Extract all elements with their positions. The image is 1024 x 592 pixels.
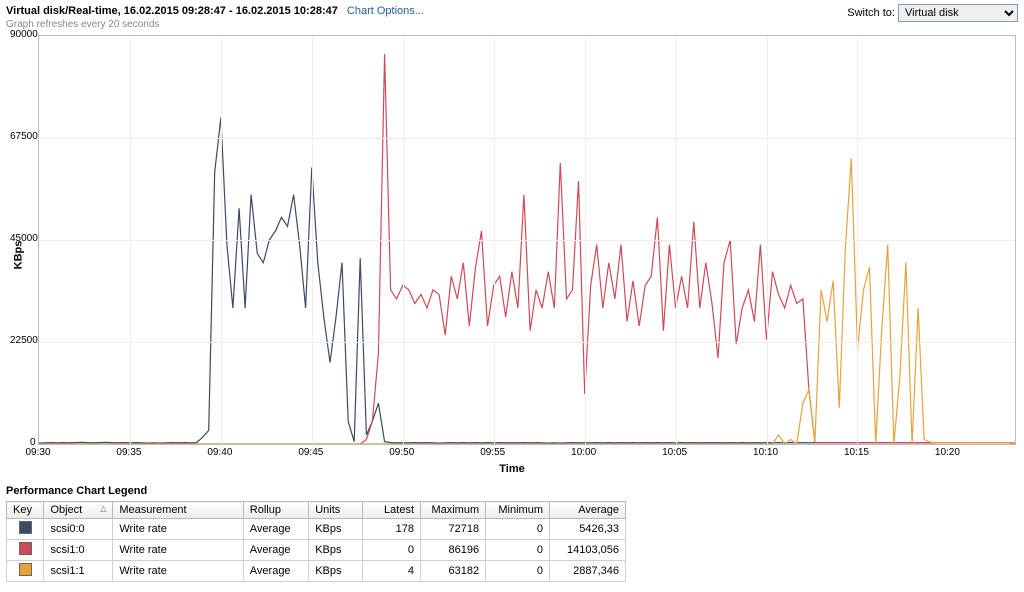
cell-units: KBps xyxy=(309,540,363,561)
x-axis-label: Time xyxy=(499,463,524,475)
cell-rollup: Average xyxy=(243,561,308,582)
y-tick: 67500 xyxy=(10,131,38,142)
cell-latest: 4 xyxy=(362,561,420,582)
x-tick: 10:00 xyxy=(571,447,596,458)
y-tick: 90000 xyxy=(10,29,38,40)
switch-to-select[interactable]: Virtual disk xyxy=(898,4,1018,22)
col-units[interactable]: Units xyxy=(309,502,363,519)
plot-box[interactable] xyxy=(38,35,1016,445)
cell-object: scsi1:0 xyxy=(44,540,113,561)
y-tick: 22500 xyxy=(10,335,38,346)
cell-average: 2887,346 xyxy=(550,561,626,582)
cell-measurement: Write rate xyxy=(113,561,243,582)
cell-measurement: Write rate xyxy=(113,519,243,540)
x-tick: 09:35 xyxy=(116,447,141,458)
x-tick: 10:15 xyxy=(844,447,869,458)
table-row[interactable]: scsi0:0Write rateAverageKBps178727180542… xyxy=(7,519,626,540)
series-scsi1:0 xyxy=(39,54,1015,444)
cell-maximum: 86196 xyxy=(421,540,486,561)
cell-average: 5426,33 xyxy=(550,519,626,540)
y-tick: 45000 xyxy=(10,233,38,244)
key-swatch xyxy=(19,542,32,555)
key-swatch xyxy=(19,521,32,534)
cell-minimum: 0 xyxy=(486,561,550,582)
series-scsi0:0 xyxy=(39,118,1015,444)
col-measurement[interactable]: Measurement xyxy=(113,502,243,519)
cell-maximum: 72718 xyxy=(421,519,486,540)
chart-options-link[interactable]: Chart Options... xyxy=(347,5,424,17)
switch-to-label: Switch to: xyxy=(847,7,895,19)
cell-minimum: 0 xyxy=(486,540,550,561)
cell-rollup: Average xyxy=(243,540,308,561)
cell-latest: 0 xyxy=(362,540,420,561)
x-tick: 10:10 xyxy=(753,447,778,458)
key-swatch xyxy=(19,563,32,576)
table-row[interactable]: scsi1:1Write rateAverageKBps46318202887,… xyxy=(7,561,626,582)
x-tick: 10:05 xyxy=(662,447,687,458)
cell-rollup: Average xyxy=(243,519,308,540)
x-tick: 09:50 xyxy=(389,447,414,458)
cell-units: KBps xyxy=(309,561,363,582)
legend-title: Performance Chart Legend xyxy=(6,485,1018,497)
sort-asc-icon: △ xyxy=(100,504,106,513)
series-scsi1:1 xyxy=(39,159,1015,445)
col-maximum[interactable]: Maximum xyxy=(421,502,486,519)
col-latest[interactable]: Latest xyxy=(362,502,420,519)
legend-table: Key Object△ Measurement Rollup Units Lat… xyxy=(6,501,626,582)
x-tick: 09:45 xyxy=(298,447,323,458)
cell-minimum: 0 xyxy=(486,519,550,540)
refresh-note: Graph refreshes every 20 seconds xyxy=(6,18,424,31)
cell-average: 14103,056 xyxy=(550,540,626,561)
y-axis-label: KBps xyxy=(12,241,24,270)
col-average[interactable]: Average xyxy=(550,502,626,519)
chart-area: KBps Time 02250045000675009000009:3009:3… xyxy=(6,35,1018,475)
switch-to-block: Switch to: Virtual disk xyxy=(847,4,1018,22)
x-tick: 09:40 xyxy=(207,447,232,458)
x-tick: 09:55 xyxy=(480,447,505,458)
cell-maximum: 63182 xyxy=(421,561,486,582)
x-tick: 10:20 xyxy=(935,447,960,458)
col-rollup[interactable]: Rollup xyxy=(243,502,308,519)
col-object[interactable]: Object△ xyxy=(44,502,113,519)
col-key[interactable]: Key xyxy=(7,502,44,519)
col-minimum[interactable]: Minimum xyxy=(486,502,550,519)
page-title: Virtual disk/Real-time, 16.02.2015 09:28… xyxy=(6,5,338,17)
cell-latest: 178 xyxy=(362,519,420,540)
x-tick: 09:30 xyxy=(25,447,50,458)
cell-measurement: Write rate xyxy=(113,540,243,561)
legend-header-row[interactable]: Key Object△ Measurement Rollup Units Lat… xyxy=(7,502,626,519)
cell-units: KBps xyxy=(309,519,363,540)
cell-object: scsi1:1 xyxy=(44,561,113,582)
table-row[interactable]: scsi1:0Write rateAverageKBps086196014103… xyxy=(7,540,626,561)
cell-object: scsi0:0 xyxy=(44,519,113,540)
